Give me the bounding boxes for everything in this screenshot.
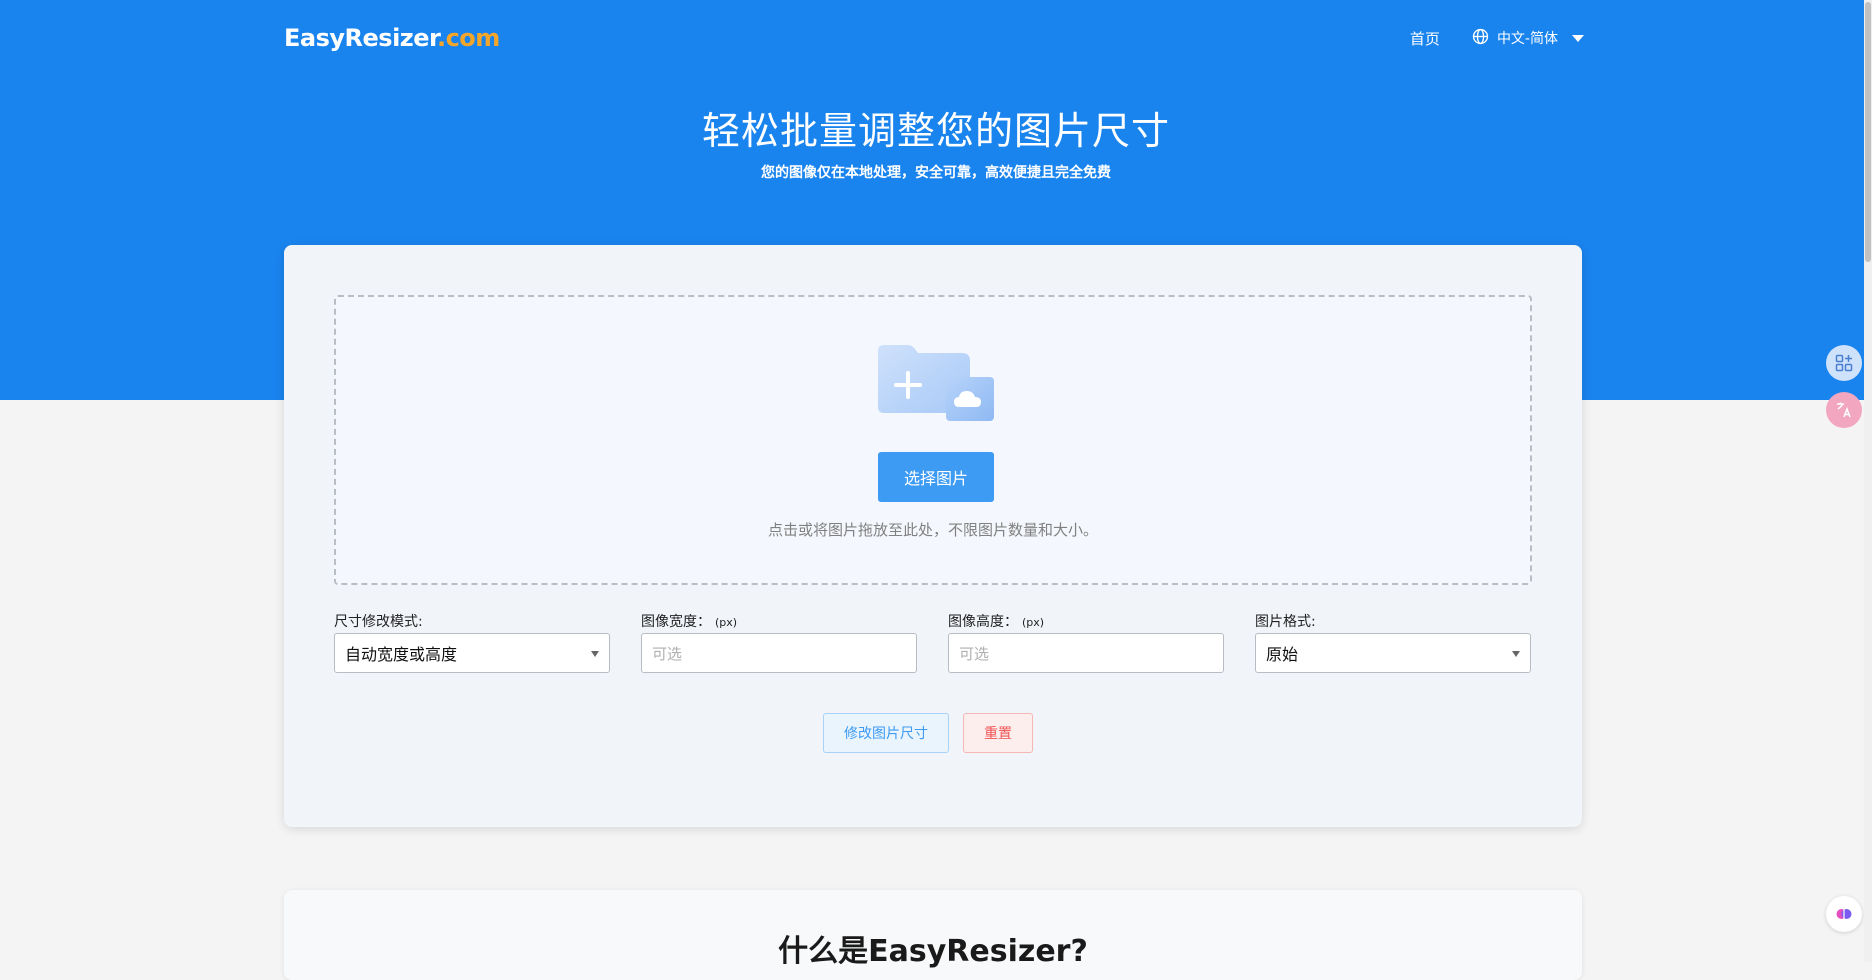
page-scrollbar[interactable] <box>1864 0 1872 962</box>
hero-subtitle: 您的图像仅在本地处理，安全可靠，高效便捷且完全免费 <box>761 165 1111 181</box>
width-label: 图像宽度： (px) <box>641 614 738 630</box>
reset-button[interactable]: 重置 <box>963 713 1033 753</box>
select-images-button[interactable]: 选择图片 <box>878 452 994 502</box>
mode-select-value: 自动宽度或高度 <box>345 645 458 664</box>
select-arrow-icon <box>591 651 599 657</box>
nav-right: 首页 中文-简体 <box>1410 28 1584 49</box>
apps-icon[interactable] <box>1826 345 1862 381</box>
width-input-placeholder: 可选 <box>652 644 683 663</box>
upload-dropzone[interactable]: 选择图片 点击或将图片拖放至此处，不限图片数量和大小。 <box>334 295 1532 585</box>
action-buttons: 修改图片尺寸 重置 <box>823 713 1033 753</box>
mode-field: 尺寸修改模式: 自动宽度或高度 <box>334 611 610 673</box>
logo-main-text: EasyResizer <box>284 24 437 52</box>
chevron-down-icon <box>1572 34 1584 42</box>
width-input[interactable]: 可选 <box>641 633 917 673</box>
height-unit: (px) <box>1022 616 1045 629</box>
globe-icon <box>1472 28 1489 49</box>
top-navbar: EasyResizer.com 首页 中文-简体 <box>284 0 1584 76</box>
height-input-placeholder: 可选 <box>959 644 990 663</box>
mode-select[interactable]: 自动宽度或高度 <box>334 633 610 673</box>
format-select-value: 原始 <box>1266 645 1299 664</box>
height-field: 图像高度： (px) 可选 <box>948 611 1224 673</box>
nav-home-link[interactable]: 首页 <box>1410 28 1440 49</box>
format-select[interactable]: 原始 <box>1255 633 1531 673</box>
about-card: 什么是EasyResizer? <box>284 890 1582 980</box>
translate-icon[interactable] <box>1826 392 1862 428</box>
language-label: 中文-简体 <box>1496 31 1558 47</box>
resize-button[interactable]: 修改图片尺寸 <box>823 713 949 753</box>
select-arrow-icon <box>1512 651 1520 657</box>
width-field: 图像宽度： (px) 可选 <box>641 611 917 673</box>
folder-upload-icon <box>874 341 996 423</box>
language-selector[interactable]: 中文-简体 <box>1472 28 1584 49</box>
logo-domain-text: .com <box>436 24 500 52</box>
dropzone-hint: 点击或将图片拖放至此处，不限图片数量和大小。 <box>767 521 1098 539</box>
about-title: 什么是EasyResizer? <box>778 934 1088 969</box>
format-label: 图片格式: <box>1255 614 1316 630</box>
resize-card: 选择图片 点击或将图片拖放至此处，不限图片数量和大小。 尺寸修改模式: 自动宽度… <box>284 245 1582 827</box>
height-label: 图像高度： (px) <box>948 614 1045 630</box>
mode-label: 尺寸修改模式: <box>334 614 423 630</box>
width-unit: (px) <box>715 616 738 629</box>
hero-title: 轻松批量调整您的图片尺寸 <box>701 109 1170 153</box>
scrollbar-thumb[interactable] <box>1865 2 1871 262</box>
brain-icon[interactable] <box>1826 896 1862 932</box>
height-input[interactable]: 可选 <box>948 633 1224 673</box>
format-field: 图片格式: 原始 <box>1255 611 1531 673</box>
site-logo[interactable]: EasyResizer.com <box>284 24 500 52</box>
